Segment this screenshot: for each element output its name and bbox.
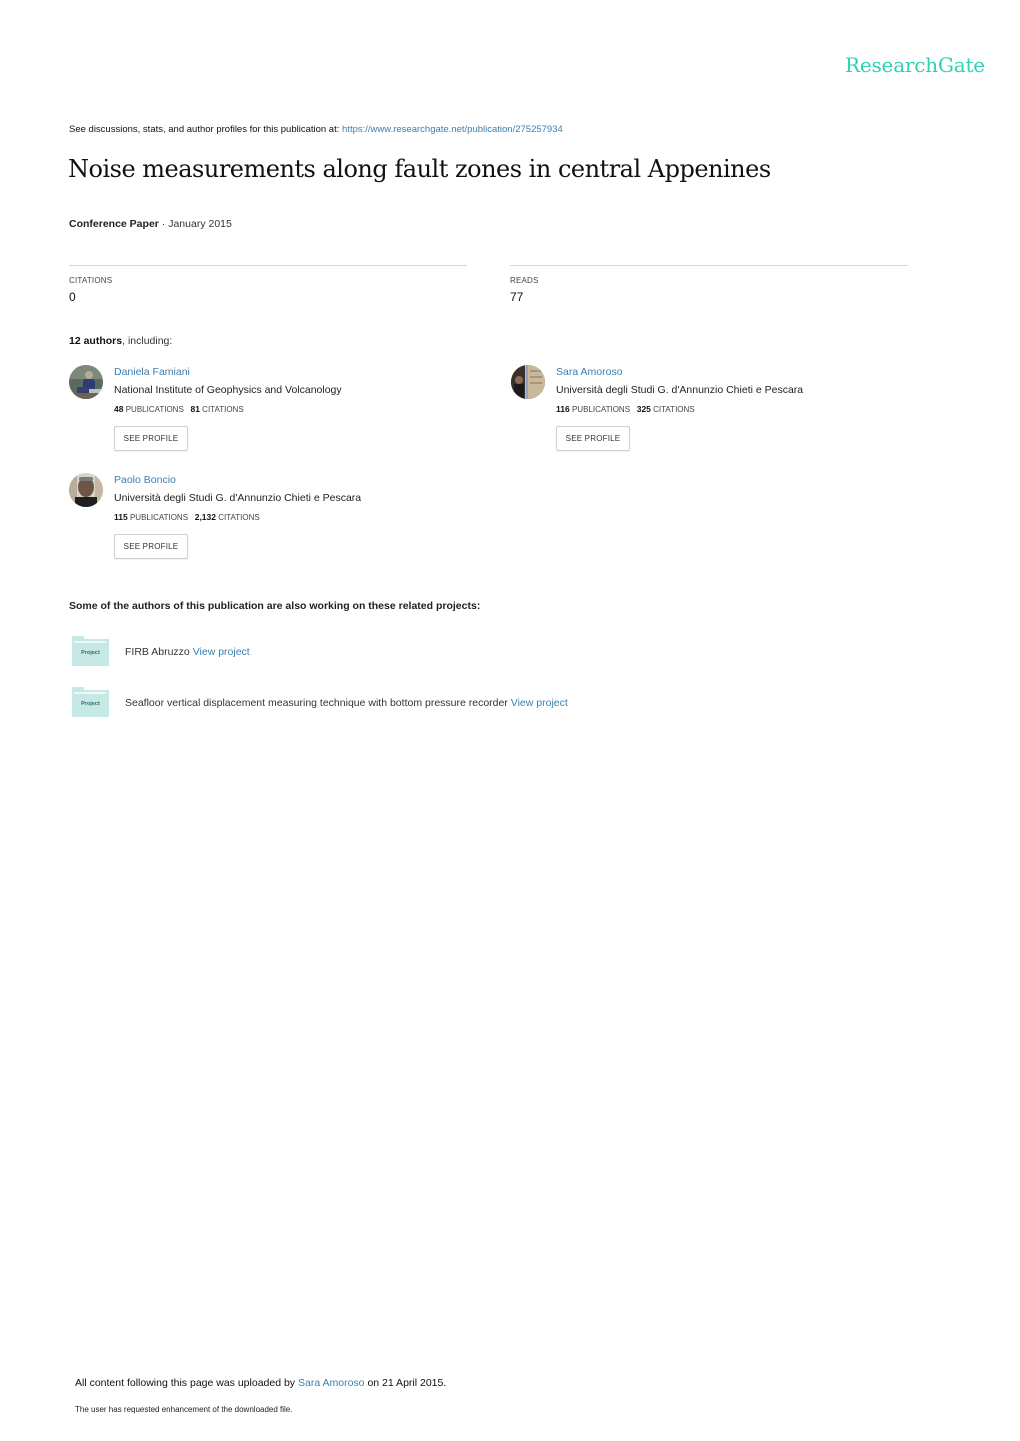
publication-date: January 2015 [168,218,232,230]
see-profile-button[interactable]: SEE PROFILE [556,426,630,451]
author-stats: 116 PUBLICATIONS 325 CITATIONS [556,404,803,415]
authors-count: 12 authors [69,335,123,347]
upload-notice: All content following this page was uplo… [75,1377,446,1389]
author-name-link[interactable]: Paolo Boncio [114,473,361,487]
authors-intro: 12 authors, including: [69,335,172,347]
reads-value: 77 [510,290,524,304]
see-discussions-line: See discussions, stats, and author profi… [69,124,563,135]
project-text: FIRB Abruzzo View project [125,646,250,658]
researchgate-logo[interactable]: ResearchGate [845,53,985,77]
author-publications-label: PUBLICATIONS [125,405,184,414]
uploader-link[interactable]: Sara Amoroso [298,1377,365,1389]
project-folder-icon: Project [72,687,109,717]
author-avatar[interactable] [69,365,103,399]
publication-type: Conference Paper [69,218,159,230]
author-card: Daniela Famiani National Institute of Ge… [69,365,489,465]
author-publications-label: PUBLICATIONS [129,513,189,522]
author-citations-label: CITATIONS [653,405,695,414]
publication-url-link[interactable]: https://www.researchgate.net/publication… [342,124,563,135]
author-stats: 115 PUBLICATIONS 2,132 CITATIONS [114,512,361,523]
author-publications-label: PUBLICATIONS [571,405,631,414]
view-project-link[interactable]: View project [511,697,568,709]
citations-value: 0 [69,290,76,304]
author-publications-count: 116 [556,404,570,414]
author-citations-count: 325 [636,404,651,414]
author-avatar[interactable] [511,365,545,399]
author-avatar[interactable] [69,473,103,507]
author-citations-count: 2,132 [194,512,216,522]
view-project-link[interactable]: View project [193,646,250,658]
citations-label: CITATIONS [69,276,113,285]
author-stats: 48 PUBLICATIONS 81 CITATIONS [114,404,342,415]
see-profile-button[interactable]: SEE PROFILE [114,534,188,559]
author-publications-count: 48 [114,404,124,414]
author-citations-count: 81 [190,404,200,414]
folder-label: Project [81,701,100,707]
author-citations-label: CITATIONS [202,405,244,414]
authors-intro-suffix: , including: [122,335,173,347]
enhancement-note: The user has requested enhancement of th… [75,1405,293,1414]
author-name-link[interactable]: Daniela Famiani [114,365,342,379]
publication-meta: Conference Paper · January 2015 [69,218,232,230]
project-name: FIRB Abruzzo [125,646,190,658]
reads-label: READS [510,276,539,285]
author-name-link[interactable]: Sara Amoroso [556,365,803,379]
project-folder-icon: Project [72,636,109,666]
see-discussions-text: See discussions, stats, and author profi… [69,124,343,135]
citations-stat: CITATIONS 0 [69,265,467,304]
author-institution: National Institute of Geophysics and Vol… [114,384,342,396]
author-publications-count: 115 [114,512,128,522]
project-text: Seafloor vertical displacement measuring… [125,697,568,709]
author-institution: Università degli Studi G. d'Annunzio Chi… [114,492,362,504]
publication-title: Noise measurements along fault zones in … [68,155,771,183]
reads-stat: READS 77 [510,265,908,304]
author-institution: Università degli Studi G. d'Annunzio Chi… [556,384,804,396]
author-citations-label: CITATIONS [218,513,260,522]
see-profile-button[interactable]: SEE PROFILE [114,426,188,451]
author-card: Sara Amoroso Università degli Studi G. d… [511,365,931,465]
meta-separator: · [158,218,169,230]
project-name: Seafloor vertical displacement measuring… [125,697,508,709]
upload-prefix: All content following this page was uplo… [75,1377,298,1389]
folder-label: Project [81,650,100,656]
related-projects-heading: Some of the authors of this publication … [69,600,481,612]
author-card: Paolo Boncio Università degli Studi G. d… [69,473,489,573]
upload-suffix: on 21 April 2015. [364,1377,447,1389]
